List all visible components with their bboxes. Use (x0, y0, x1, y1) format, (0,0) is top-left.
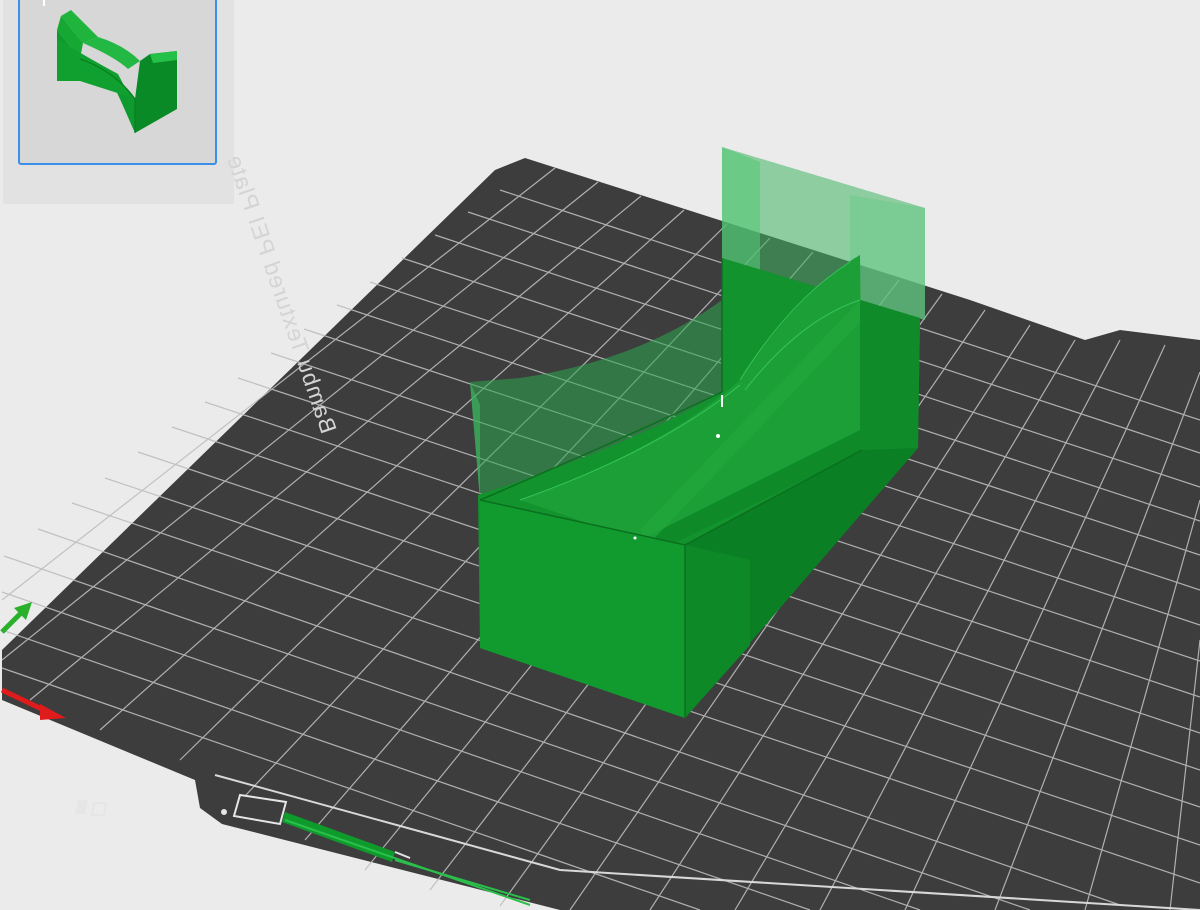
3d-viewport[interactable]: Bambu Textured PEI Plate (0, 0, 1200, 910)
